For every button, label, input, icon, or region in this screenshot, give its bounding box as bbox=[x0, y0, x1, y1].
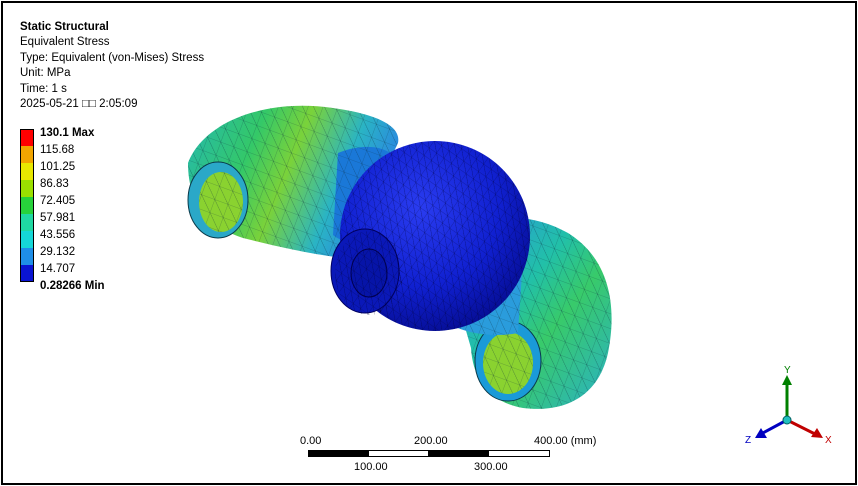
graphics-viewport[interactable]: Static Structural Equivalent Stress Type… bbox=[1, 1, 857, 485]
stress-contour-model[interactable] bbox=[3, 3, 855, 483]
axis-triad[interactable]: Y X Z bbox=[741, 363, 841, 453]
x-axis-label: X bbox=[825, 435, 832, 446]
scale-label-400: 400.00 (mm) bbox=[534, 435, 597, 447]
scale-segment bbox=[428, 450, 489, 457]
scale-label-100: 100.00 bbox=[354, 461, 388, 473]
z-axis-label: Z bbox=[745, 435, 751, 446]
scale-label-0: 0.00 bbox=[300, 435, 322, 447]
y-axis-arrow-icon bbox=[782, 375, 792, 385]
scale-label-200: 200.00 bbox=[414, 435, 448, 447]
y-axis-label: Y bbox=[784, 365, 791, 376]
triad-origin-icon bbox=[782, 415, 792, 425]
scale-segment bbox=[488, 450, 550, 457]
scale-label-300: 300.00 bbox=[474, 461, 508, 473]
scale-ruler: 0.00 200.00 400.00 (mm) 100.00 300.00 bbox=[300, 435, 596, 475]
scale-segment bbox=[368, 450, 429, 457]
x-axis-line bbox=[786, 418, 816, 436]
scale-segment bbox=[308, 450, 369, 457]
